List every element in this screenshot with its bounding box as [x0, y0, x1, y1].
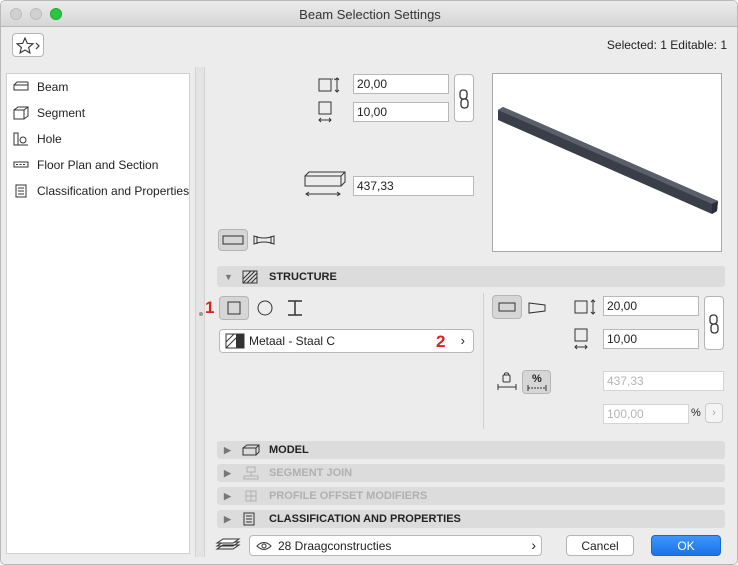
- classification-icon: [242, 512, 262, 526]
- splitter-grip-icon: [199, 312, 203, 316]
- expand-triangle-icon: ▶: [224, 513, 231, 524]
- expand-triangle-icon: ▶: [224, 467, 231, 478]
- height-icon: [318, 77, 340, 93]
- panel-splitter[interactable]: [195, 67, 205, 557]
- profile-offset-icon: [242, 489, 262, 503]
- sidebar-item-label: Hole: [37, 132, 62, 146]
- material-hatch-icon: [225, 333, 245, 349]
- expand-triangle-icon: ▶: [224, 444, 231, 455]
- profile-offset-modifiers-section-header: ▶ PROFILE OFFSET MODIFIERS: [217, 487, 725, 505]
- section-title: SEGMENT JOIN: [269, 467, 353, 479]
- favorites-button[interactable]: [12, 33, 44, 57]
- curved-beam-icon[interactable]: [252, 232, 276, 248]
- uniform-segment-toggle[interactable]: [492, 295, 522, 319]
- segment-width-icon: [574, 328, 588, 350]
- sidebar-item-floor-plan-and-section[interactable]: Floor Plan and Section: [12, 155, 190, 175]
- collapse-triangle-icon: ▼: [224, 271, 233, 282]
- sidebar-item-beam[interactable]: Beam: [12, 77, 190, 97]
- beam-preview-image: [498, 107, 718, 214]
- hatch-icon: [242, 270, 262, 284]
- model-icon: [242, 443, 262, 457]
- taper-options-button: ›: [705, 403, 723, 423]
- layer-selector[interactable]: 28 Draagconstructies ›: [249, 535, 542, 556]
- sidebar-item-label: Classification and Properties: [37, 184, 190, 198]
- sidebar-item-label: Beam: [37, 80, 69, 94]
- dimension-line-icon: [527, 385, 547, 391]
- structure-section-header[interactable]: ▼ STRUCTURE: [217, 266, 725, 287]
- segment-height-icon: [574, 299, 596, 315]
- sidebar-item-label: Floor Plan and Section: [37, 158, 159, 172]
- expand-triangle-icon: ▶: [224, 490, 231, 501]
- settings-sidebar: Beam Segment Hole Floor Plan and Section…: [6, 73, 190, 554]
- section-title: STRUCTURE: [269, 270, 337, 283]
- beam-length-field[interactable]: 437,33: [353, 176, 474, 196]
- taper-percent-field: 100,00: [603, 404, 689, 424]
- beam-3d-preview: [492, 73, 722, 252]
- straight-beam-toggle[interactable]: [218, 229, 248, 251]
- sidebar-item-classification[interactable]: Classification and Properties: [12, 181, 190, 201]
- uniform-segment-icon: [498, 302, 516, 312]
- section-title: PROFILE OFFSET MODIFIERS: [269, 490, 428, 502]
- section-title: CLASSIFICATION AND PROPERTIES: [269, 513, 461, 525]
- square-profile-icon: [227, 301, 241, 315]
- segment-join-icon: [242, 466, 262, 480]
- star-icon: [16, 37, 40, 55]
- sidebar-item-label: Segment: [37, 106, 86, 120]
- model-section-header[interactable]: ▶ MODEL: [217, 441, 725, 459]
- sidebar-item-segment[interactable]: Segment: [12, 103, 190, 123]
- classification-section-header[interactable]: ▶ CLASSIFICATION AND PROPERTIES: [217, 510, 725, 528]
- width-icon: [318, 101, 332, 123]
- i-profile-icon[interactable]: [284, 298, 306, 318]
- cancel-button[interactable]: Cancel: [566, 535, 634, 556]
- structure-divider: [483, 293, 484, 429]
- layers-icon: [215, 538, 241, 550]
- layer-name: 28 Draagconstructies: [278, 538, 392, 553]
- annotation-marker-1: 1: [205, 298, 215, 317]
- annotation-marker-2: 2: [436, 332, 446, 351]
- chain-link-icon: [709, 314, 719, 334]
- circular-profile-icon[interactable]: [254, 298, 276, 318]
- segment-width-field[interactable]: 10,00: [603, 329, 699, 349]
- sidebar-item-hole[interactable]: Hole: [12, 129, 190, 149]
- window-title: Beam Selection Settings: [299, 7, 441, 22]
- classification-icon: [12, 184, 30, 198]
- chevron-right-icon: ›: [460, 333, 465, 348]
- title-bar: Beam Selection Settings: [1, 1, 737, 27]
- rectangular-profile-toggle[interactable]: [219, 296, 249, 320]
- segment-icon: [12, 106, 30, 120]
- beam-width-field[interactable]: 10,00: [353, 102, 449, 122]
- beam-length-icon: [304, 171, 346, 197]
- taper-length-field: 437,33: [603, 371, 724, 391]
- beam-height-field[interactable]: 20,00: [353, 74, 449, 94]
- segment-join-section-header: ▶ SEGMENT JOIN: [217, 464, 725, 482]
- percent-label: %: [691, 407, 701, 419]
- tapered-segment-icon[interactable]: [526, 298, 548, 318]
- beam-icon: [12, 80, 30, 94]
- eye-icon: [256, 541, 272, 550]
- percent-taper-toggle[interactable]: %: [522, 370, 551, 394]
- link-dimensions-button[interactable]: [454, 74, 474, 122]
- segment-height-field[interactable]: 20,00: [603, 296, 699, 316]
- floor-plan-icon: [12, 158, 30, 172]
- section-title: MODEL: [269, 444, 309, 456]
- link-segment-dimensions-button[interactable]: [704, 296, 724, 350]
- ok-button[interactable]: OK: [651, 535, 721, 556]
- chevron-right-icon: ›: [712, 407, 716, 419]
- material-name: Metaal - Staal C: [249, 334, 336, 348]
- hole-icon: [12, 132, 30, 146]
- selection-status: Selected: 1 Editable: 1: [606, 38, 727, 52]
- straight-beam-icon: [222, 235, 244, 245]
- beam-selection-settings-window: Beam Selection Settings Selected: 1 Edit…: [0, 0, 738, 565]
- chevron-right-icon: ›: [531, 537, 536, 553]
- lock-length-icon[interactable]: [496, 372, 518, 392]
- chain-link-icon: [459, 89, 469, 109]
